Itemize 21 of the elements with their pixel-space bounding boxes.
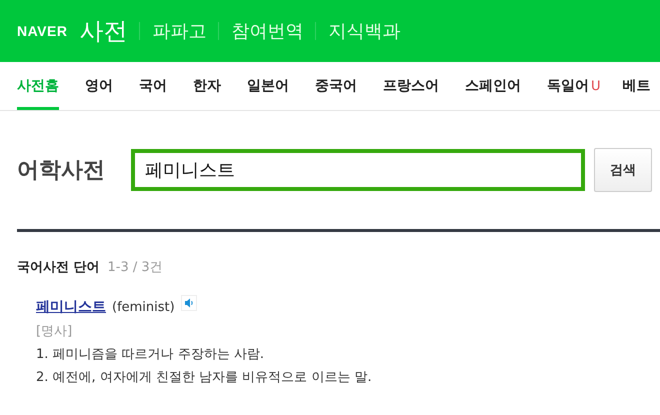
speaker-icon[interactable]: [180, 295, 197, 311]
word-origin: (feminist): [112, 300, 175, 314]
category-tab[interactable]: 중국어: [315, 62, 357, 110]
definition-text: 1. 페미니즘을 따르거나 주장하는 사람.: [36, 346, 266, 363]
category-tab[interactable]: 프랑스어: [383, 62, 439, 110]
category-tab[interactable]: 국어: [139, 62, 167, 110]
result-count: 1-3 / 3건: [108, 259, 163, 276]
category-tab[interactable]: 영어: [85, 62, 113, 110]
category-tab[interactable]: 베트: [622, 62, 651, 110]
search-button[interactable]: 검색: [594, 148, 652, 192]
category-tab[interactable]: 일본어: [247, 62, 289, 110]
search-field[interactable]: 페미니스트: [131, 149, 585, 191]
section-title: 국어사전 단어: [17, 259, 100, 276]
category-tab[interactable]: 독일어: [547, 62, 589, 110]
search-title: 어학사전: [17, 157, 106, 185]
entry-word-link[interactable]: 페미니스트: [36, 298, 106, 316]
update-mark-text: U: [591, 78, 601, 94]
part-of-speech: [명사]: [36, 323, 74, 340]
category-tab[interactable]: 스페인어: [465, 62, 521, 110]
definition-text: 2. 예전에, 여자에게 친절한 남자를 비유적으로 이르는 말.: [36, 369, 373, 386]
category-tab[interactable]: 한자: [193, 62, 221, 110]
